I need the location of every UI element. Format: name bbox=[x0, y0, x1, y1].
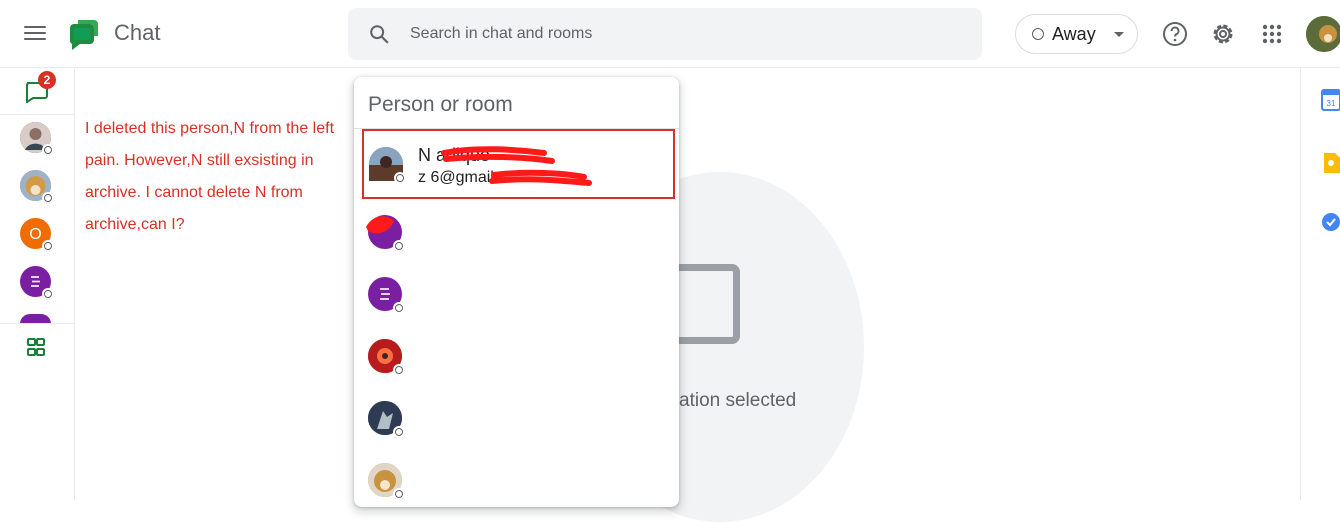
avatar bbox=[368, 339, 405, 376]
presence-icon bbox=[394, 172, 406, 184]
spaces-icon[interactable] bbox=[26, 337, 46, 357]
help-icon[interactable] bbox=[1161, 20, 1189, 48]
chevron-down-icon bbox=[1114, 32, 1124, 37]
avatar bbox=[368, 401, 405, 438]
status-away-icon bbox=[1032, 28, 1044, 40]
avatar[interactable] bbox=[20, 170, 54, 204]
avatar bbox=[368, 463, 405, 500]
presence-icon bbox=[42, 240, 54, 252]
unread-badge: 2 bbox=[38, 71, 56, 89]
apps-grid-icon[interactable] bbox=[1258, 20, 1286, 48]
presence-icon bbox=[393, 426, 405, 438]
account-avatar[interactable] bbox=[1306, 16, 1340, 52]
result-row[interactable] bbox=[354, 449, 679, 507]
left-rail: 2 O bbox=[0, 69, 75, 500]
svg-text:31: 31 bbox=[1327, 99, 1336, 108]
result-row[interactable] bbox=[354, 325, 679, 387]
avatar[interactable] bbox=[20, 122, 54, 156]
search-input[interactable] bbox=[410, 8, 970, 60]
result-row[interactable] bbox=[354, 263, 679, 325]
menu-icon[interactable] bbox=[22, 22, 48, 46]
search-box[interactable] bbox=[348, 8, 982, 60]
status-dropdown[interactable]: Away bbox=[1015, 14, 1138, 54]
app-title[interactable]: Chat bbox=[114, 20, 160, 46]
avatar bbox=[369, 147, 406, 184]
presence-icon bbox=[42, 192, 54, 204]
tasks-icon[interactable] bbox=[1321, 211, 1340, 233]
redaction-scribble bbox=[366, 216, 394, 234]
person-or-room-popup: N adique z 6@gmail.c… bbox=[354, 77, 679, 507]
svg-text:O: O bbox=[29, 226, 41, 243]
empty-state-frame bbox=[678, 264, 740, 344]
annotation-note: I deleted this person,N from the left pa… bbox=[85, 120, 335, 233]
calendar-icon[interactable]: 31 bbox=[1321, 89, 1340, 111]
result-row-highlighted[interactable]: N adique z 6@gmail.c… bbox=[362, 129, 675, 199]
presence-icon bbox=[42, 144, 54, 156]
presence-icon bbox=[42, 288, 54, 300]
result-row[interactable] bbox=[354, 387, 679, 449]
divider bbox=[0, 114, 75, 115]
avatar bbox=[368, 277, 405, 314]
top-bar: Chat Away bbox=[0, 0, 1340, 68]
presence-icon bbox=[393, 302, 405, 314]
chat-logo-icon bbox=[69, 20, 98, 50]
result-row[interactable] bbox=[354, 201, 679, 263]
person-or-room-input[interactable] bbox=[354, 77, 679, 129]
avatar[interactable] bbox=[20, 266, 54, 300]
status-label: Away bbox=[1052, 24, 1096, 44]
keep-icon[interactable] bbox=[1321, 152, 1340, 174]
presence-icon bbox=[393, 364, 405, 376]
right-rail: 31 bbox=[1300, 69, 1340, 500]
redaction-scribble bbox=[441, 146, 592, 186]
avatar[interactable]: O bbox=[20, 218, 54, 252]
empty-state-text: ation selected bbox=[679, 390, 797, 411]
settings-icon[interactable] bbox=[1209, 20, 1237, 48]
divider bbox=[0, 323, 75, 324]
presence-icon bbox=[393, 488, 405, 500]
search-icon[interactable] bbox=[368, 23, 390, 45]
